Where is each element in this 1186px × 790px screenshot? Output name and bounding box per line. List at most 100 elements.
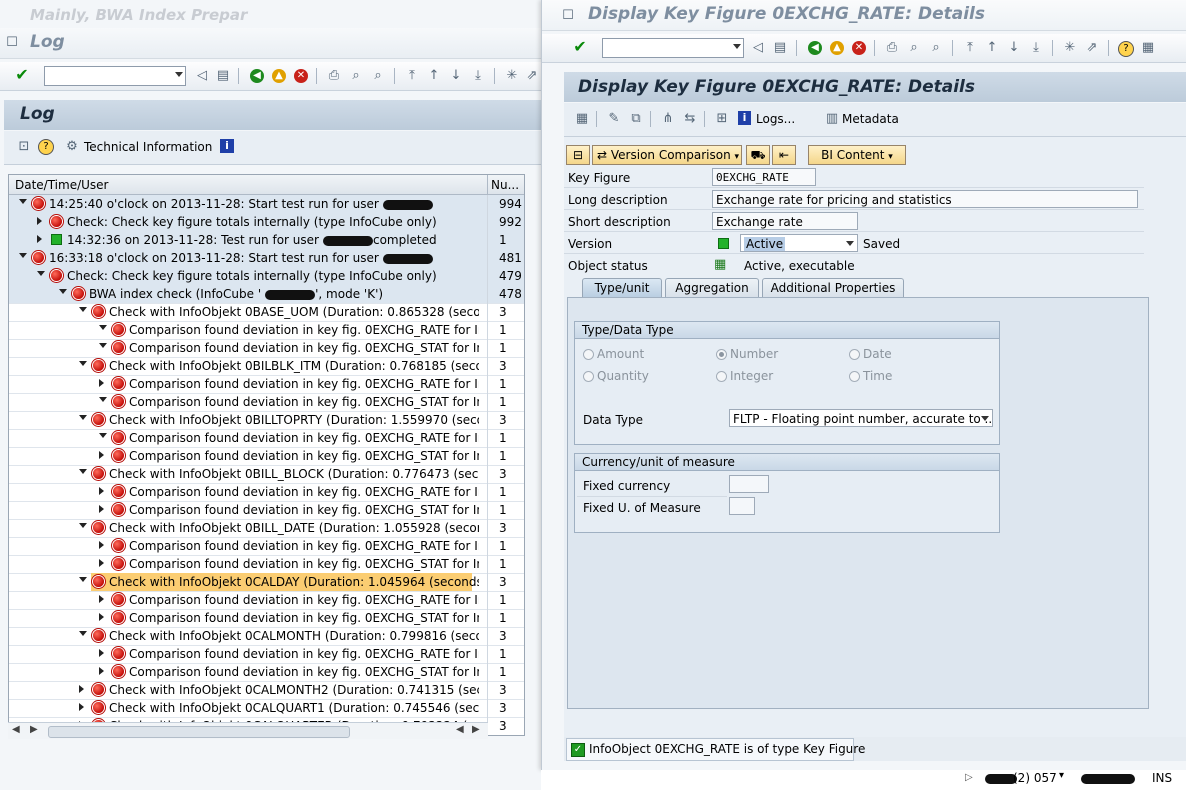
edit-pencil-icon[interactable]: ✎ — [606, 111, 622, 127]
collapse-right-icon[interactable] — [99, 505, 104, 513]
expand-down-icon[interactable] — [99, 433, 107, 438]
enter-check-icon[interactable]: ✔ — [14, 67, 30, 83]
collapse-right-icon[interactable] — [99, 667, 104, 675]
metadata-button[interactable]: Metadata — [842, 112, 899, 126]
collapse-right-icon[interactable] — [99, 541, 104, 549]
tree-row[interactable]: Comparison found deviation in key fig. 0… — [9, 609, 524, 628]
tree-row[interactable]: 14:25:40 o'clock on 2013-11-28: Start te… — [9, 195, 524, 214]
tree-row[interactable]: Check with InfoObjekt 0CALDAY (Duration:… — [9, 573, 524, 592]
expand-down-icon[interactable] — [79, 307, 87, 312]
transfer-button[interactable]: ⇤ — [772, 145, 796, 165]
tree-row[interactable]: Check with InfoObjekt 0BILL_DATE (Durati… — [9, 519, 524, 538]
tree-row[interactable]: Comparison found deviation in key fig. 0… — [9, 663, 524, 682]
tree-row[interactable]: Comparison found deviation in key fig. 0… — [9, 447, 524, 466]
print-icon[interactable]: ⎙ — [326, 68, 342, 84]
tree-row[interactable]: 14:32:36 on 2013-11-28: Test run for use… — [9, 231, 524, 250]
radio-time[interactable] — [849, 371, 860, 382]
tree-row[interactable]: Check: Check key figure totals internall… — [9, 267, 524, 286]
tree-row[interactable]: Comparison found deviation in key fig. 0… — [9, 429, 524, 448]
tree-row[interactable]: Comparison found deviation in key fig. 0… — [9, 555, 524, 574]
first-page-icon[interactable]: ⤒ — [962, 40, 978, 56]
expand-down-icon[interactable] — [99, 325, 107, 330]
collapse-right-icon[interactable] — [99, 649, 104, 657]
shortcut-icon[interactable]: ⇗ — [1084, 40, 1100, 56]
cancel-icon[interactable]: ✕ — [294, 69, 308, 83]
tree-row[interactable]: Check: Check key figure totals internall… — [9, 213, 524, 232]
tab-type-unit[interactable]: Type/unit — [582, 278, 662, 298]
expand-down-icon[interactable] — [79, 523, 87, 528]
tree-row[interactable]: Comparison found deviation in key fig. 0… — [9, 537, 524, 556]
shortcut-icon[interactable]: ⇗ — [524, 68, 540, 84]
first-page-icon[interactable]: ⤒ — [404, 68, 420, 84]
where-used-icon[interactable]: ⇆ — [682, 111, 698, 127]
log-tree-scrollbar[interactable]: ◀ ▶ ◀ ▶ — [8, 722, 488, 739]
column-date-time-user[interactable]: Date/Time/User — [15, 178, 109, 192]
info-icon[interactable]: i — [220, 139, 234, 153]
tree-row[interactable]: Check with InfoObjekt 0CALMONTH (Duratio… — [9, 627, 524, 646]
fixed-currency-field[interactable] — [729, 475, 769, 493]
collapse-right-icon[interactable] — [99, 595, 104, 603]
print-icon[interactable]: ⎙ — [884, 40, 900, 56]
network-icon[interactable]: ⊞ — [714, 111, 730, 127]
find-icon[interactable]: ⌕ — [348, 68, 364, 84]
collapse-right-icon[interactable] — [79, 703, 84, 711]
find-next-icon[interactable]: ⌕ — [370, 68, 386, 84]
window-menu-icon[interactable]: ☐ — [4, 35, 20, 51]
tree-row[interactable]: Comparison found deviation in key fig. 0… — [9, 339, 524, 358]
scroll-left-icon[interactable]: ◀ — [12, 724, 20, 735]
help-icon[interactable]: ? — [1118, 41, 1134, 57]
tree-row[interactable]: Check with InfoObjekt 0CALQUART1 (Durati… — [9, 699, 524, 718]
find-icon[interactable]: ⌕ — [906, 40, 922, 56]
command-field[interactable] — [602, 38, 744, 58]
collapse-right-icon[interactable] — [37, 235, 42, 243]
metadata-icon[interactable]: ▥ — [824, 111, 840, 127]
expand-down-icon[interactable] — [79, 361, 87, 366]
tree-row[interactable]: 16:33:18 o'clock on 2013-11-28: Start te… — [9, 249, 524, 268]
tab-aggregation[interactable]: Aggregation — [665, 278, 759, 298]
grid-icon[interactable]: ▦ — [574, 111, 590, 127]
expand-down-icon[interactable] — [19, 253, 27, 258]
previous-page-icon[interactable]: ↑ — [984, 40, 1000, 56]
hierarchy-button[interactable]: ⊟ — [566, 145, 590, 165]
exit-icon[interactable]: ▲ — [272, 69, 286, 83]
tree-row[interactable]: Check with InfoObjekt 0BASE_UOM (Duratio… — [9, 303, 524, 322]
technical-information-button[interactable]: Technical Information — [84, 140, 212, 154]
tree-row[interactable]: Check with InfoObjekt 0BILLTOPRTY (Durat… — [9, 411, 524, 430]
tree-row[interactable]: Comparison found deviation in key fig. 0… — [9, 591, 524, 610]
tree-row[interactable]: Comparison found deviation in key fig. 0… — [9, 375, 524, 394]
back-icon[interactable]: ◀ — [250, 69, 264, 83]
tree-row[interactable]: Comparison found deviation in key fig. 0… — [9, 501, 524, 520]
collapse-right-icon[interactable] — [99, 559, 104, 567]
help-icon[interactable]: ? — [38, 139, 54, 155]
expand-down-icon[interactable] — [99, 343, 107, 348]
technical-info-icon[interactable]: ⚙ — [64, 139, 80, 155]
tree-row[interactable]: BWA index check (InfoCube ' ', mode 'K') 4… — [9, 285, 524, 304]
long-description-field[interactable]: Exchange rate for pricing and statistics — [712, 190, 1138, 208]
logs-button[interactable]: Logs... — [756, 112, 795, 126]
collapse-right-icon[interactable] — [99, 487, 104, 495]
collapse-right-icon[interactable] — [99, 451, 104, 459]
expand-down-icon[interactable] — [19, 199, 27, 204]
chevron-down-icon[interactable]: ▾ — [1059, 770, 1064, 781]
tree-row[interactable]: Comparison found deviation in key fig. 0… — [9, 483, 524, 502]
radio-amount[interactable] — [583, 349, 594, 360]
tree-row[interactable]: Check with InfoObjekt 0BILBLK_ITM (Durat… — [9, 357, 524, 376]
last-page-icon[interactable]: ⤓ — [1028, 40, 1044, 56]
enter-check-icon[interactable]: ✔ — [572, 39, 588, 55]
expand-down-icon[interactable] — [59, 289, 67, 294]
expand-down-icon[interactable] — [79, 469, 87, 474]
last-page-icon[interactable]: ⤓ — [470, 68, 486, 84]
tab-additional-properties[interactable]: Additional Properties — [762, 278, 904, 298]
layout-menu-icon[interactable]: ▦ — [1140, 40, 1156, 56]
radio-date[interactable] — [849, 349, 860, 360]
tree-row[interactable]: Comparison found deviation in key fig. 0… — [9, 321, 524, 340]
exit-icon[interactable]: ▲ — [830, 41, 844, 55]
tree-row[interactable]: Check with InfoObjekt 0CALMONTH2 (Durati… — [9, 681, 524, 700]
collapse-right-icon[interactable] — [99, 613, 104, 621]
version-comparison-button[interactable]: ⇄ Version Comparison ▾ — [592, 145, 742, 165]
command-field[interactable] — [44, 66, 186, 86]
expand-down-icon[interactable] — [79, 577, 87, 582]
copy-icon[interactable]: ⧉ — [628, 111, 644, 127]
expand-down-icon[interactable] — [37, 271, 45, 276]
collapse-icon[interactable]: ◁ — [194, 68, 210, 84]
